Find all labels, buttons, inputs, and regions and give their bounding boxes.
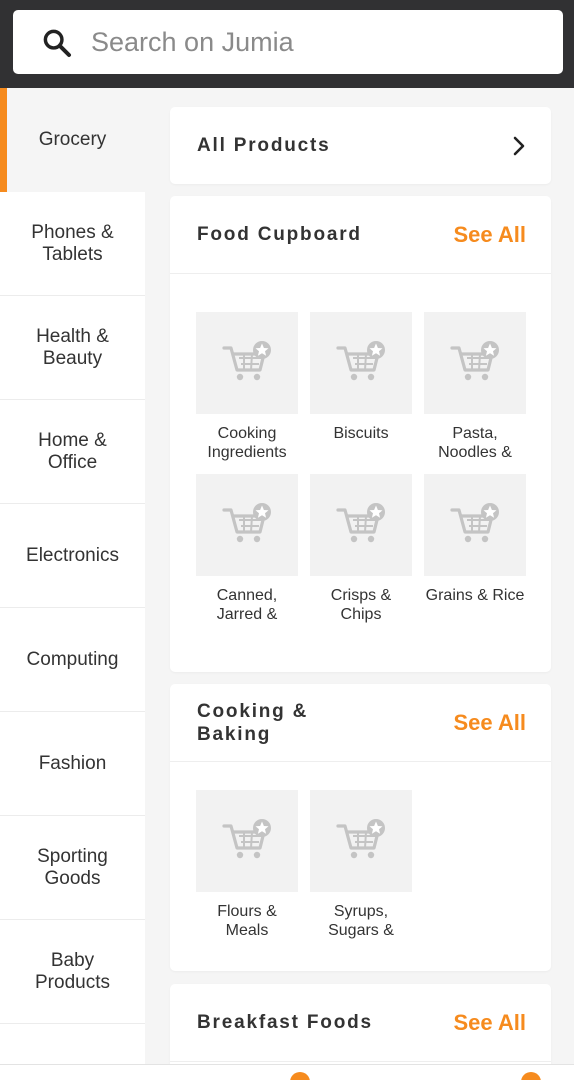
subcategory-label: Canned, Jarred & Pac…: [216, 587, 278, 626]
subcategory-tile[interactable]: Crisps & Chips: [310, 474, 412, 626]
subcategory-label: Pasta, Noodles & S…: [438, 425, 512, 464]
sidebar-item-phones-tablets[interactable]: Phones & Tablets: [0, 192, 145, 296]
subcategory-tile[interactable]: Syrups, Sugars & Sw…: [310, 790, 412, 942]
sidebar-item-label: Computing: [26, 648, 119, 670]
subcategory-tile[interactable]: Flours & Meals: [196, 790, 298, 942]
cart-placeholder-icon: [450, 502, 500, 544]
cart-placeholder-icon: [222, 818, 272, 860]
subcategory-thumbnail: [424, 312, 526, 414]
subcategory-thumbnail: [196, 312, 298, 414]
sidebar-item-label: Electronics: [26, 544, 119, 566]
section-header: Cooking & Baking See All: [170, 684, 551, 762]
sidebar-item-grocery[interactable]: Grocery: [0, 88, 145, 192]
subcategory-label: Grains & Rice: [425, 587, 525, 604]
all-products-label: All Products: [197, 134, 331, 156]
sidebar-item-label: Phones & Tablets: [31, 221, 114, 265]
see-all-link[interactable]: See All: [453, 710, 526, 736]
section-header: Food Cupboard See All: [170, 196, 551, 274]
subcategory-label: Cooking Ingredients: [207, 425, 287, 461]
subcategory-thumbnail: [424, 474, 526, 576]
search-input[interactable]: [91, 22, 531, 62]
cart-placeholder-icon: [222, 502, 272, 544]
cart-placeholder-icon: [222, 340, 272, 382]
sidebar-item-baby-products[interactable]: Baby Products: [0, 920, 145, 1024]
sidebar-item-label: Home & Office: [38, 429, 107, 473]
category-sidebar: Grocery Phones & Tablets Health & Beauty…: [0, 88, 145, 1080]
subcategory-tile[interactable]: Canned, Jarred & Pac…: [196, 474, 298, 626]
sidebar-item-computing[interactable]: Computing: [0, 608, 145, 712]
see-all-link[interactable]: See All: [453, 222, 526, 248]
subcategory-tile[interactable]: Biscuits: [310, 312, 412, 464]
subcategory-thumbnail: [310, 312, 412, 414]
subcategory-thumbnail: [310, 790, 412, 892]
section-title: Breakfast Foods: [197, 1012, 373, 1033]
subcategory-grid: Cooking Ingredients Biscuits Pasta, Nood…: [170, 274, 551, 626]
subcategory-thumbnail: [310, 474, 412, 576]
bottom-navigation: [0, 1064, 574, 1080]
sidebar-item-label: Grocery: [38, 129, 107, 150]
search-icon[interactable]: [41, 27, 73, 59]
subcategory-label: Syrups, Sugars & Sw…: [328, 903, 394, 942]
subcategory-tile[interactable]: Pasta, Noodles & S…: [424, 312, 526, 464]
chevron-right-icon: [513, 136, 525, 156]
notification-badge: [290, 1072, 310, 1080]
sidebar-item-sporting-goods[interactable]: Sporting Goods: [0, 816, 145, 920]
all-products-link[interactable]: All Products: [170, 107, 551, 184]
subcategory-grid: Flours & Meals Syrups, Sugars & Sw…: [170, 762, 551, 942]
section-title: Cooking & Baking: [197, 700, 309, 745]
subcategory-label: Crisps & Chips: [330, 587, 392, 623]
section-header: Breakfast Foods See All: [170, 984, 551, 1062]
cart-placeholder-icon: [336, 340, 386, 382]
sidebar-item-fashion[interactable]: Fashion: [0, 712, 145, 816]
cart-placeholder-icon: [336, 818, 386, 860]
sidebar-item-label: Fashion: [38, 752, 107, 774]
cart-placeholder-icon: [450, 340, 500, 382]
sidebar-item-home-office[interactable]: Home & Office: [0, 400, 145, 504]
notification-badge: [521, 1072, 541, 1080]
sidebar-item-label: Health & Beauty: [36, 325, 109, 369]
category-content: All Products Food Cupboard See All Cooki…: [145, 88, 574, 1080]
see-all-link[interactable]: See All: [453, 1010, 526, 1036]
top-bar: [0, 0, 574, 88]
sidebar-item-label: Sporting Goods: [37, 845, 108, 889]
subcategory-label: Biscuits: [333, 425, 389, 442]
section-cooking-baking: Cooking & Baking See All Flours & Meals …: [170, 684, 551, 971]
subcategory-thumbnail: [196, 790, 298, 892]
cart-placeholder-icon: [336, 502, 386, 544]
search-bar[interactable]: [13, 10, 563, 74]
sidebar-item-label: Baby Products: [35, 949, 110, 993]
subcategory-tile[interactable]: Cooking Ingredients: [196, 312, 298, 464]
subcategory-label: Flours & Meals: [217, 903, 277, 939]
subcategory-thumbnail: [196, 474, 298, 576]
subcategory-tile[interactable]: Grains & Rice: [424, 474, 526, 626]
sidebar-item-health-beauty[interactable]: Health & Beauty: [0, 296, 145, 400]
sidebar-item-electronics[interactable]: Electronics: [0, 504, 145, 608]
section-food-cupboard: Food Cupboard See All Cooking Ingredient…: [170, 196, 551, 672]
section-title: Food Cupboard: [197, 224, 362, 245]
